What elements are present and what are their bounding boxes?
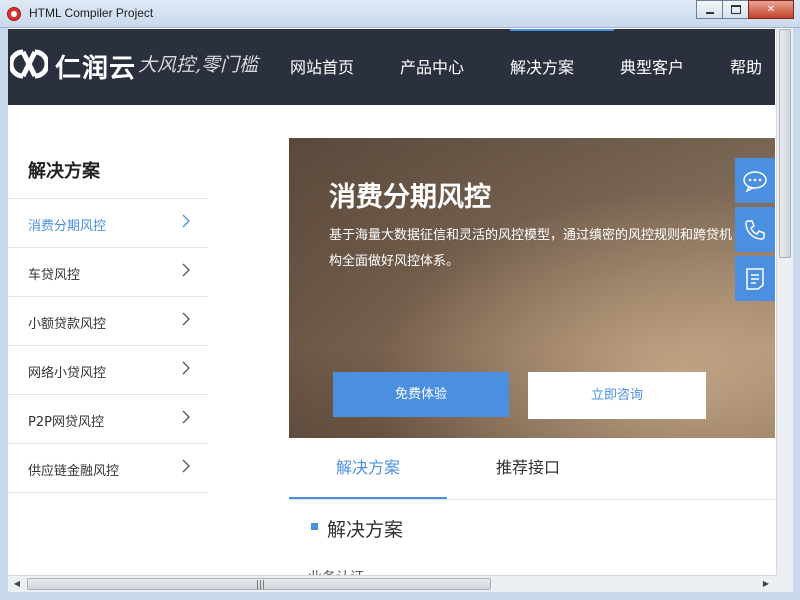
horizontal-scrollbar[interactable]: ◀ ||| ▶ bbox=[8, 575, 776, 592]
hero-banner: 消费分期风控 基于海量大数据征信和灵活的风控模型，通过缜密的风控规则和跨贷机构全… bbox=[289, 138, 775, 438]
grip-icon: ||| bbox=[256, 580, 266, 590]
sidebar-item-online-loan[interactable]: 网络小贷风控 bbox=[8, 346, 208, 395]
tab-recommended-api[interactable]: 推荐接口 bbox=[449, 448, 607, 499]
nav-help[interactable]: 帮助 bbox=[730, 29, 762, 105]
scrollbar-corner bbox=[776, 575, 793, 592]
nav-solutions[interactable]: 解决方案 bbox=[510, 29, 614, 105]
sidebar-item-p2p[interactable]: P2P网贷风控 bbox=[8, 395, 208, 444]
tab-solutions[interactable]: 解决方案 bbox=[289, 448, 447, 499]
nav-home[interactable]: 网站首页 bbox=[290, 29, 354, 105]
content-tabs: 解决方案 推荐接口 bbox=[289, 448, 775, 500]
chevron-right-icon bbox=[182, 361, 190, 375]
window-frame-bottom bbox=[0, 592, 800, 600]
window-frame-right bbox=[793, 28, 800, 600]
banner-title: 消费分期风控 bbox=[329, 182, 491, 213]
horizontal-scroll-thumb[interactable]: ||| bbox=[27, 578, 491, 590]
page-viewport: 仁润云 大风控,零门槛 网站首页 产品中心 解决方案 典型客户 帮助 解决方案 … bbox=[8, 29, 775, 575]
window-frame-left bbox=[0, 28, 8, 600]
free-trial-button[interactable]: 免费体验 bbox=[333, 372, 509, 417]
sidebar-item-consumer-installment[interactable]: 消费分期风控 bbox=[8, 199, 208, 248]
consult-now-button[interactable]: 立即咨询 bbox=[528, 372, 706, 419]
sidebar-item-label: 网络小贷风控 bbox=[28, 366, 107, 381]
maximize-button[interactable] bbox=[722, 0, 749, 19]
window-controls: ✕ bbox=[696, 0, 794, 19]
app-icon bbox=[7, 7, 21, 21]
sidebar-item-small-loan[interactable]: 小额贷款风控 bbox=[8, 297, 208, 346]
minimize-button[interactable] bbox=[696, 0, 723, 19]
chevron-right-icon bbox=[182, 459, 190, 473]
document-icon bbox=[746, 267, 764, 290]
slogan: 大风控,零门槛 bbox=[138, 54, 259, 76]
banner-description: 基于海量大数据征信和灵活的风控模型，通过缜密的风控规则和跨贷机构全面做好风控体系… bbox=[329, 228, 733, 269]
window-titlebar: HTML Compiler Project ✕ bbox=[0, 0, 800, 28]
phone-icon bbox=[745, 219, 765, 240]
logo-text[interactable]: 仁润云 bbox=[55, 48, 136, 85]
floating-contact-bar bbox=[735, 158, 775, 305]
phone-button[interactable] bbox=[735, 207, 775, 252]
chat-icon bbox=[743, 170, 767, 192]
scroll-right-arrow-icon[interactable]: ▶ bbox=[761, 579, 771, 589]
sidebar-title: 解决方案 bbox=[28, 161, 100, 182]
sidebar-item-car-loan[interactable]: 车贷风控 bbox=[8, 248, 208, 297]
window-title: HTML Compiler Project bbox=[29, 6, 154, 20]
close-button[interactable]: ✕ bbox=[748, 0, 794, 19]
chevron-right-icon bbox=[182, 312, 190, 326]
chevron-right-icon bbox=[182, 214, 190, 228]
sidebar-item-label: P2P网贷风控 bbox=[28, 415, 104, 430]
chevron-right-icon bbox=[182, 410, 190, 424]
section-subtitle: 业务认证 bbox=[308, 567, 364, 575]
sidebar-item-label: 供应链金融风控 bbox=[28, 464, 120, 479]
feedback-button[interactable] bbox=[735, 256, 775, 301]
sidebar-item-label: 车贷风控 bbox=[28, 268, 81, 283]
nav-products[interactable]: 产品中心 bbox=[400, 29, 464, 105]
chevron-right-icon bbox=[182, 263, 190, 277]
sidebar-item-label: 小额贷款风控 bbox=[28, 317, 107, 332]
chat-button[interactable] bbox=[735, 158, 775, 203]
vertical-scroll-thumb[interactable] bbox=[779, 29, 791, 258]
section-bullet bbox=[311, 523, 318, 530]
logo-icon[interactable] bbox=[10, 46, 48, 82]
nav-customers[interactable]: 典型客户 bbox=[620, 29, 684, 105]
scroll-left-arrow-icon[interactable]: ◀ bbox=[12, 579, 22, 589]
site-header: 仁润云 大风控,零门槛 网站首页 产品中心 解决方案 典型客户 帮助 bbox=[8, 29, 775, 105]
sidebar-item-supply-chain[interactable]: 供应链金融风控 bbox=[8, 444, 208, 493]
sidebar-list: 消费分期风控 车贷风控 小额贷款风控 网络小贷风控 P2P网贷风控 供应链金融风… bbox=[8, 198, 208, 493]
section-title: 解决方案 bbox=[327, 519, 404, 541]
sidebar-item-label: 消费分期风控 bbox=[28, 219, 107, 234]
vertical-scrollbar[interactable] bbox=[776, 29, 793, 575]
